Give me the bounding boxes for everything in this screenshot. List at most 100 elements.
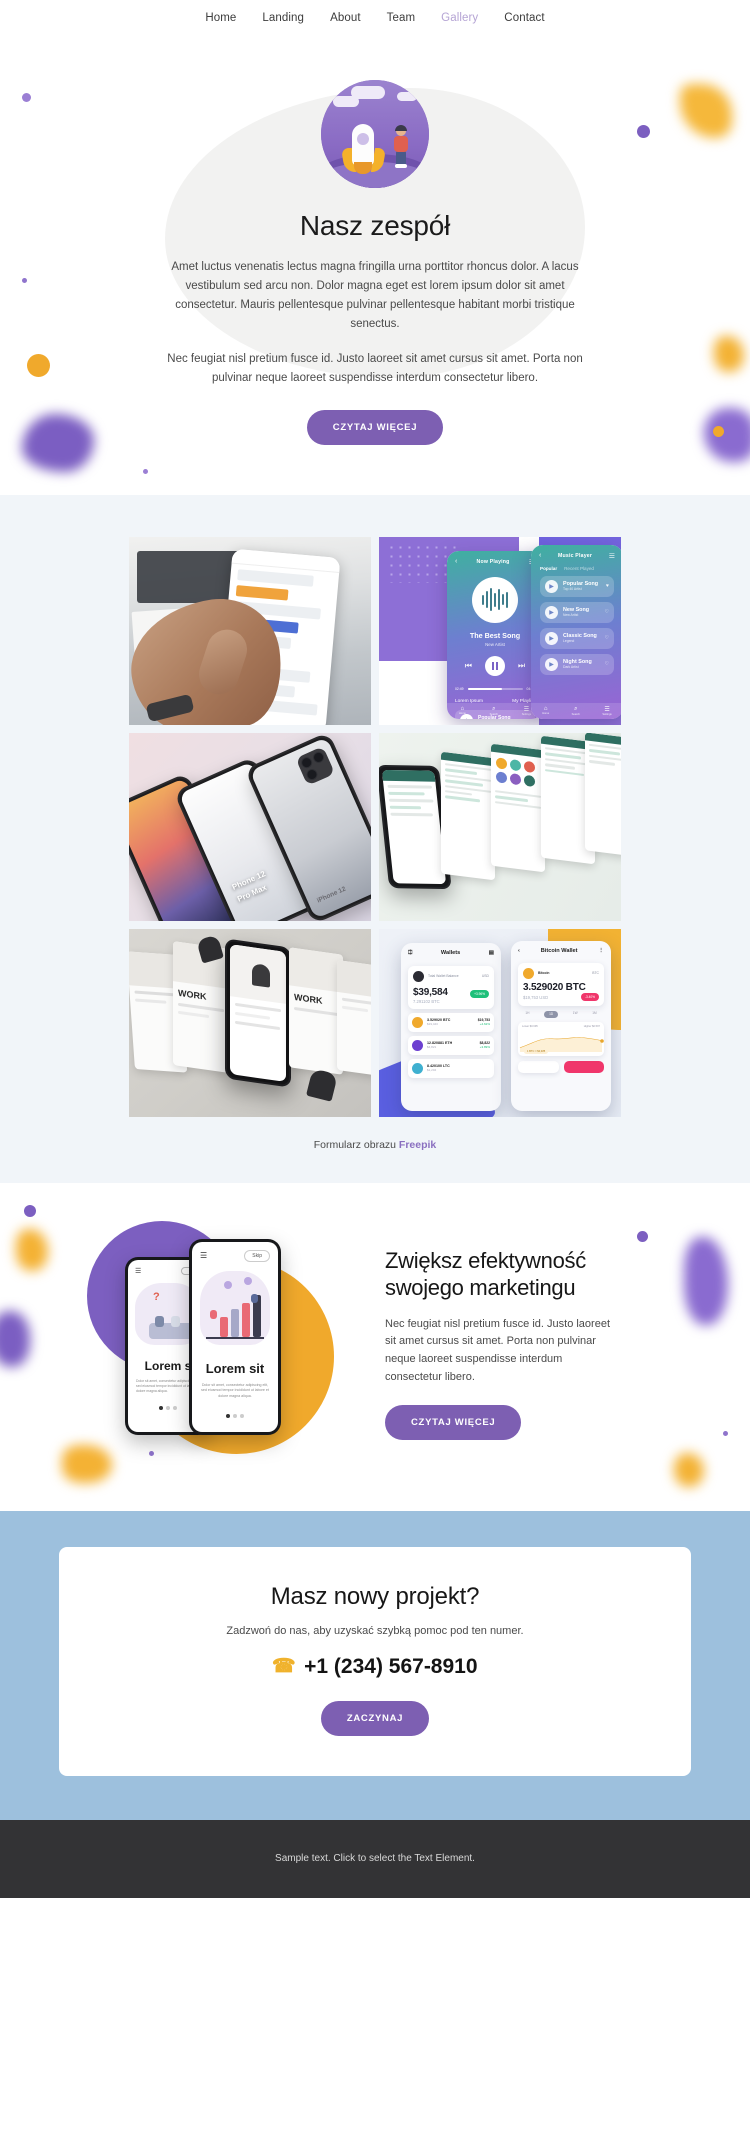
- cta-subtext: Zadzwoń do nas, aby uzyskać szybką pomoc…: [226, 1624, 524, 1637]
- skip-button[interactable]: Skip: [244, 1249, 270, 1262]
- onboarding-phone-front: ☰ Skip Lorem sit Dolor sit amet, consect…: [189, 1238, 281, 1435]
- list-icon-2[interactable]: ☰: [609, 552, 615, 560]
- range-1m[interactable]: 1M: [592, 1011, 596, 1018]
- btc-name: Bitcoin: [538, 971, 550, 976]
- asset-row[interactable]: 8.420100 LTC $1,204: [408, 1058, 494, 1078]
- marketing-read-more-button[interactable]: CZYTAJ WIĘCEJ: [385, 1404, 522, 1440]
- send-button[interactable]: [518, 1060, 559, 1073]
- heart-icon[interactable]: ♡: [605, 609, 609, 615]
- heart-icon[interactable]: ♥: [606, 583, 609, 589]
- btc-amount: 3.529020 BTC: [523, 981, 586, 993]
- next-track-icon[interactable]: ⏭: [518, 661, 525, 671]
- hero-section: Nasz zespół Amet luctus venenatis lectus…: [0, 36, 750, 495]
- heart-icon[interactable]: ♡: [605, 635, 609, 641]
- asset-row[interactable]: 12.820881 ETH $4,821 $8,822 +3.89%: [408, 1035, 494, 1055]
- back-chevron-icon-2[interactable]: ‹: [539, 552, 541, 559]
- bitcoin-icon-2: [523, 967, 534, 979]
- track-row[interactable]: ▶ Classic Song Legend ♡: [540, 627, 614, 649]
- nav-settings-icon-2[interactable]: ☰ Settings: [602, 706, 611, 716]
- nav-settings-icon[interactable]: ☰ Settings: [522, 706, 531, 716]
- song-artist: New Artist: [485, 641, 505, 647]
- time-elapsed: 02:49: [455, 686, 464, 691]
- music-player-list-screen: ‹ Music Player ☰ Popular Recent Played ▶…: [531, 544, 621, 719]
- nav-item-contact[interactable]: Contact: [504, 12, 544, 24]
- crypto-wallet-app-mockup[interactable]: ⎅ Wallets ▤ Total Wallet Balance USD $39…: [379, 928, 621, 1117]
- track-row[interactable]: ▶ New Song New Artist ♡: [540, 601, 614, 623]
- wallet-icon: [413, 970, 424, 982]
- phones-on-pink-surface-photo[interactable]: Phone 12 Pro Max iPhone 12: [129, 732, 371, 921]
- chat-app-screens-mockup[interactable]: [379, 732, 621, 921]
- nav-search-icon[interactable]: ⌕ Search: [490, 706, 498, 716]
- pause-button[interactable]: [485, 655, 505, 676]
- filter-icon[interactable]: ⎅: [408, 950, 412, 957]
- track-row[interactable]: ▶ Popular Song Top 40 Artist ♥: [540, 575, 614, 597]
- hamburger-icon-2[interactable]: ☰: [200, 1251, 207, 1260]
- play-icon[interactable]: ▶: [545, 631, 558, 645]
- nav-item-home[interactable]: Home: [205, 12, 236, 24]
- bitcoin-icon: [412, 1016, 423, 1028]
- nav-home-icon-2[interactable]: ⌂ Home: [542, 706, 549, 715]
- doc-icon[interactable]: ▤: [489, 950, 494, 956]
- cta-start-button[interactable]: ZACZYNAJ: [320, 1700, 430, 1736]
- play-icon[interactable]: ▶: [545, 657, 558, 671]
- hero-paragraph-2: Nec feugiat nisl pretium fusce id. Justo…: [167, 352, 583, 384]
- cta-heading: Masz nowy projekt?: [270, 1582, 480, 1610]
- back-chevron-icon[interactable]: ‹: [455, 558, 457, 565]
- song-title: The Best Song: [469, 630, 521, 640]
- btc-price-chart: Lower $0.695 Higher $0.597 1 BTC = $0,48…: [518, 1021, 604, 1056]
- nav-item-about[interactable]: About: [330, 12, 361, 24]
- nav-item-team[interactable]: Team: [387, 12, 416, 24]
- nav-item-landing[interactable]: Landing: [262, 12, 304, 24]
- music-now-playing-screen: ‹ Now Playing ☰ The Best Song New Artist: [447, 550, 543, 719]
- page-title: Nasz zespół: [299, 210, 451, 241]
- album-waveform-icon: [472, 576, 518, 623]
- music-player-app-mockup[interactable]: ‹ Now Playing ☰ The Best Song New Artist: [379, 536, 621, 725]
- chart-high-label: Higher $0.597: [583, 1024, 600, 1028]
- hero-read-more-button[interactable]: CZYTAJ WIĘCEJ: [306, 409, 444, 445]
- gallery-grid: ‹ Now Playing ☰ The Best Song New Artist: [129, 536, 621, 1117]
- marketing-section: ☰ ? Lorem s Dolor sit amet, consectetur …: [0, 1182, 750, 1511]
- freepik-link[interactable]: Freepik: [399, 1139, 436, 1151]
- footer-text[interactable]: Sample text. Click to select the Text El…: [275, 1853, 475, 1864]
- range-1h[interactable]: 1H: [525, 1011, 529, 1018]
- page-footer: Sample text. Click to select the Text El…: [0, 1819, 750, 1898]
- asset-row[interactable]: 3.529020 BTC $19,443 $19,753 +4.62%: [408, 1012, 494, 1032]
- heart-icon[interactable]: ♡: [605, 661, 609, 667]
- phone-number-text: +1 (234) 567-8910: [304, 1654, 478, 1678]
- more-icon[interactable]: ⋮: [598, 948, 604, 954]
- range-1w[interactable]: 1W: [573, 1011, 578, 1018]
- balance-change-badge: +3.96%: [470, 989, 489, 998]
- progress-bar[interactable]: [467, 687, 523, 690]
- previous-track-icon[interactable]: ⏮: [465, 661, 472, 671]
- main-navigation: Home Landing About Team Gallery Contact: [0, 0, 750, 36]
- total-balance-card: Total Wallet Balance USD $39,584 +3.96% …: [408, 965, 494, 1009]
- onboarding-heading-front: Lorem sit: [205, 1360, 265, 1376]
- nav-search-icon-2[interactable]: ⌕ Search: [572, 706, 580, 716]
- phone-icon: ☎: [272, 1656, 297, 1678]
- nav-home-icon[interactable]: ⌂ Home: [459, 706, 466, 715]
- btc-balance-card: Bitcoin BTC 3.529020 BTC $19,753 USD -3.…: [518, 962, 604, 1006]
- cta-phone-number[interactable]: ☎ +1 (234) 567-8910: [79, 1655, 671, 1679]
- ethereum-icon: [412, 1039, 423, 1051]
- tab-popular[interactable]: Popular: [540, 566, 557, 571]
- marketing-heading: Zwiększ efektywność swojego marketingu: [385, 1248, 681, 1302]
- nav-item-gallery[interactable]: Gallery: [441, 12, 478, 24]
- play-icon[interactable]: ▶: [545, 579, 558, 593]
- back-chevron-icon-3[interactable]: ‹: [518, 948, 520, 954]
- hamburger-icon[interactable]: ☰: [135, 1267, 141, 1275]
- gallery-caption: Formularz obrazu Freepik: [0, 1139, 750, 1151]
- furniture-app-screens-mockup[interactable]: WORK WORK: [129, 928, 371, 1117]
- marketing-heading-line2: swojego marketingu: [385, 1274, 576, 1300]
- cta-section: Masz nowy projekt? Zadzwoń do nas, aby u…: [0, 1510, 750, 1820]
- range-1d[interactable]: 1D: [544, 1010, 559, 1018]
- track-row[interactable]: ▶ Night Song Dark Artist ♡: [540, 653, 614, 675]
- tab-recent-played[interactable]: Recent Played: [564, 566, 594, 571]
- play-icon[interactable]: ▶: [545, 605, 558, 619]
- hero-paragraph-1: Amet luctus venenatis lectus magna fring…: [171, 261, 579, 330]
- total-balance-value: $39,584: [413, 986, 448, 998]
- receive-button[interactable]: [563, 1060, 604, 1073]
- hand-holding-phone-photo[interactable]: [129, 536, 371, 725]
- token-icon: [412, 1062, 423, 1074]
- music-player-title: Music Player: [557, 552, 593, 559]
- currency-select[interactable]: USD: [482, 974, 489, 978]
